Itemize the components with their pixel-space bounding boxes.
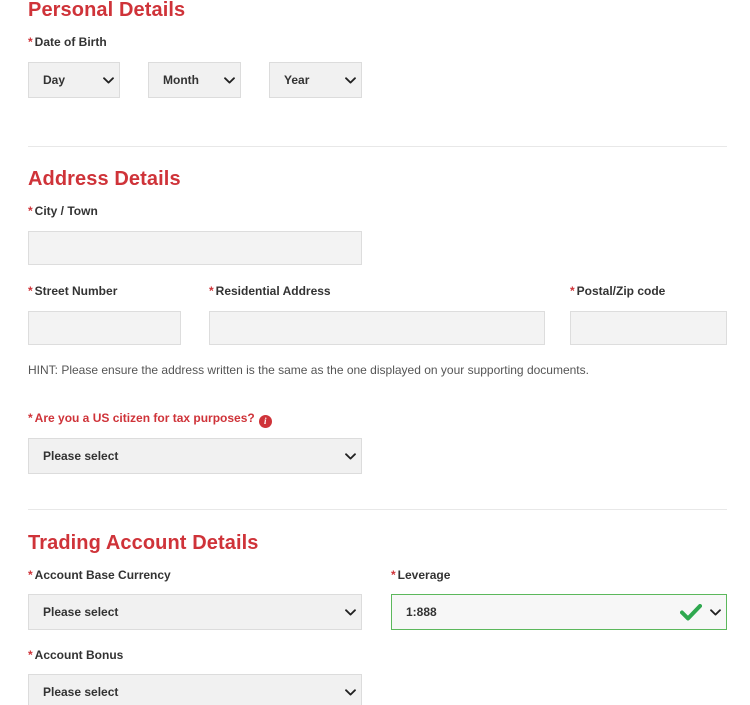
select-month[interactable]: Month (148, 62, 241, 98)
label-text: Date of Birth (34, 35, 107, 49)
residential-address-input[interactable] (209, 311, 545, 345)
required-marker: * (209, 284, 214, 298)
chevron-down-icon (704, 595, 726, 629)
section-title-address-details: Address Details (28, 168, 181, 190)
required-marker: * (28, 204, 33, 218)
required-marker: * (570, 284, 575, 298)
select-leverage-value: 1:888 (406, 605, 437, 619)
chevron-down-icon (97, 63, 119, 97)
select-us-citizen-value: Please select (43, 449, 119, 463)
select-year-value: Year (284, 73, 310, 87)
required-marker: * (28, 568, 33, 582)
select-account-bonus-value: Please select (43, 685, 119, 699)
label-text: Street Number (34, 284, 118, 298)
label-leverage: * Leverage (391, 568, 450, 582)
required-marker: * (28, 648, 33, 662)
label-us-citizen: * Are you a US citizen for tax purposes? i (28, 411, 272, 428)
label-text: Account Bonus (34, 648, 124, 662)
select-account-base-currency-value: Please select (43, 605, 119, 619)
section-title-personal-details: Personal Details (28, 0, 186, 21)
label-date-of-birth: * Date of Birth (28, 35, 107, 49)
chevron-down-icon (339, 439, 361, 473)
required-marker: * (391, 568, 396, 582)
label-postal-zip: * Postal/Zip code (570, 284, 665, 298)
required-marker: * (28, 35, 33, 49)
section-divider (28, 509, 727, 510)
label-account-base-currency: * Account Base Currency (28, 568, 171, 582)
select-account-base-currency[interactable]: Please select (28, 594, 362, 630)
postal-zip-input[interactable] (570, 311, 727, 345)
section-title-trading-account-details: Trading Account Details (28, 532, 259, 554)
select-month-value: Month (163, 73, 199, 87)
label-account-bonus: * Account Bonus (28, 648, 123, 662)
select-leverage[interactable]: 1:888 (391, 594, 727, 630)
city-town-input[interactable] (28, 231, 362, 265)
select-year[interactable]: Year (269, 62, 362, 98)
required-marker: * (28, 411, 33, 425)
chevron-down-icon (218, 63, 240, 97)
address-hint-text: HINT: Please ensure the address written … (28, 363, 589, 377)
label-text: Leverage (397, 568, 451, 582)
select-us-citizen[interactable]: Please select (28, 438, 362, 474)
chevron-down-icon (339, 675, 361, 705)
valid-check-icon (678, 595, 704, 629)
label-text: Account Base Currency (34, 568, 171, 582)
label-city-town: * City / Town (28, 204, 98, 218)
info-icon[interactable]: i (258, 415, 272, 428)
street-number-input[interactable] (28, 311, 181, 345)
select-day[interactable]: Day (28, 62, 120, 98)
label-text: City / Town (34, 204, 98, 218)
label-text: Are you a US citizen for tax purposes? (34, 411, 255, 425)
select-day-value: Day (43, 73, 66, 87)
select-account-bonus[interactable]: Please select (28, 674, 362, 705)
label-text: Residential Address (215, 284, 331, 298)
registration-form-page: Personal Details * Date of Birth Day Mont… (0, 0, 750, 705)
chevron-down-icon (339, 595, 361, 629)
chevron-down-icon (339, 63, 361, 97)
required-marker: * (28, 284, 33, 298)
label-street-number: * Street Number (28, 284, 117, 298)
label-text: Postal/Zip code (576, 284, 666, 298)
section-divider (28, 146, 727, 147)
label-residential-address: * Residential Address (209, 284, 331, 298)
